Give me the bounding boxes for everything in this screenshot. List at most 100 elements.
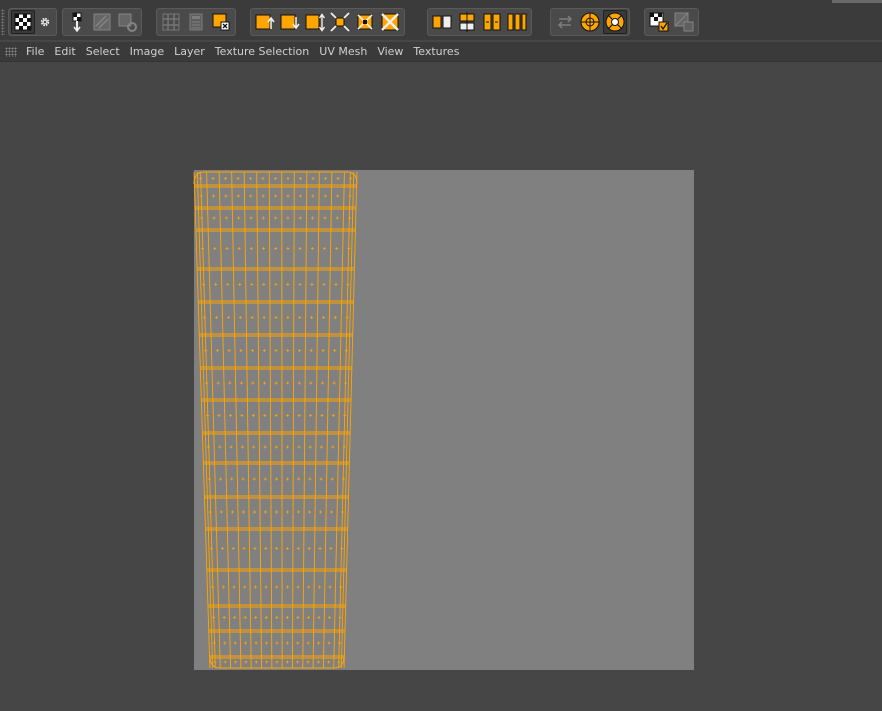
texture-tool-button[interactable]	[115, 10, 139, 34]
shrink-button[interactable]	[328, 10, 352, 34]
uv-edge-column	[333, 629, 336, 657]
paint-brush-icon	[66, 11, 88, 33]
mirror-icon	[379, 11, 401, 33]
uv-edge-column	[349, 398, 352, 433]
uv-edge-column	[217, 568, 219, 606]
uv-mesh[interactable]	[193, 170, 694, 670]
uv-polygon-center-marker	[275, 616, 279, 619]
stack-icon	[506, 11, 528, 33]
texture-pattern-button[interactable]	[90, 10, 114, 34]
uv-polygon-center-marker	[210, 547, 214, 550]
uv-polygon-center-marker	[274, 349, 278, 352]
uv-polygon-center-marker	[253, 547, 257, 550]
uv-edge-column	[324, 527, 327, 570]
uv-polygon-center-marker	[320, 381, 324, 385]
uv-polygon-center-marker	[285, 547, 289, 550]
uv-polygon-center-marker	[275, 510, 279, 514]
uv-edge-column	[202, 461, 205, 497]
uv-edge-column	[352, 300, 355, 335]
uv-edge-column	[197, 300, 200, 335]
gear-button[interactable]	[36, 10, 54, 34]
uv-viewport[interactable]	[0, 63, 882, 711]
uv-polygon-center-marker	[286, 445, 290, 449]
calculator-button[interactable]	[184, 10, 208, 34]
optimal-mapping-button[interactable]	[603, 10, 627, 34]
menu-textures[interactable]: Textures	[408, 42, 464, 62]
uv-checker-button[interactable]	[647, 10, 671, 34]
align-center-button[interactable]	[455, 10, 479, 34]
uv-polygon-center-marker	[249, 177, 253, 180]
uv-polygon-center-marker	[239, 381, 243, 385]
scale-vertical-icon	[304, 11, 326, 33]
uv-polygon-center-marker	[274, 477, 278, 481]
uv-polygon-center-marker	[317, 585, 321, 589]
paint-brush-button[interactable]	[65, 10, 89, 34]
uv-edge-column	[207, 604, 210, 631]
uv-edge-column	[354, 228, 356, 269]
uv-edge-column	[228, 604, 231, 631]
menu-file[interactable]: File	[21, 42, 49, 62]
uv-polygon-center-marker	[310, 316, 314, 319]
uv-polygon-center-marker	[296, 641, 300, 645]
swap-button[interactable]	[553, 10, 577, 34]
uv-polygon-center-marker	[297, 445, 301, 449]
uv-polygon-center-marker	[252, 477, 256, 481]
uv-edge-column	[199, 267, 202, 302]
uv-edge-column	[219, 206, 221, 230]
uv-shading-button[interactable]	[672, 10, 696, 34]
uv-edge-column	[343, 527, 346, 570]
uv-polygon-center-marker	[224, 216, 228, 220]
toolbar-grip[interactable]	[1, 9, 5, 35]
uv-polygon-center-marker	[322, 283, 326, 286]
clear-uv-button[interactable]	[209, 10, 233, 34]
checker-button[interactable]	[11, 10, 35, 34]
uv-polygon-center-marker	[202, 283, 206, 286]
menu-texture-selection[interactable]: Texture Selection	[210, 42, 314, 62]
distribute-button[interactable]	[480, 10, 504, 34]
menu-layer[interactable]: Layer	[169, 42, 210, 62]
uv-edge-column	[194, 184, 196, 208]
uv-polygon-center-marker	[212, 641, 216, 645]
move-down-button[interactable]	[278, 10, 302, 34]
uv-edge-column	[346, 527, 349, 570]
uv-polygon-center-marker	[316, 660, 320, 664]
uv-edge-column	[329, 267, 331, 302]
uv-edge-column	[213, 431, 216, 463]
menu-grip-icon[interactable]	[5, 46, 17, 57]
uv-polygon-center-marker	[228, 381, 232, 385]
uv-polygon-center-marker	[298, 216, 302, 220]
uv-edge-column	[344, 495, 347, 529]
uv-edge-column	[218, 604, 220, 631]
menu-view[interactable]: View	[372, 42, 408, 62]
uv-polygon-center-marker	[318, 547, 322, 550]
uv-polygon-center-marker	[348, 194, 352, 198]
uv-edge-column	[222, 333, 225, 368]
move-up-button[interactable]	[253, 10, 277, 34]
uv-polygon-center-marker	[249, 247, 253, 250]
uv-polygon-center-marker	[309, 349, 313, 352]
uv-edge-column	[207, 206, 209, 230]
expand-button[interactable]	[353, 10, 377, 34]
texture-canvas[interactable]	[193, 170, 694, 670]
menu-image[interactable]: Image	[125, 42, 169, 62]
uv-edge-column	[340, 300, 343, 335]
menu-select[interactable]: Select	[81, 42, 125, 62]
mirror-button[interactable]	[378, 10, 402, 34]
uv-polygon-center-marker	[228, 414, 232, 417]
relax-uv-button[interactable]	[578, 10, 602, 34]
uv-polygon-center-marker	[225, 247, 229, 250]
menu-edit[interactable]: Edit	[49, 42, 80, 62]
scale-vertical-button[interactable]	[303, 10, 327, 34]
checker-grid-button[interactable]	[159, 10, 183, 34]
align-left-button[interactable]	[430, 10, 454, 34]
uv-edge-column	[195, 228, 198, 269]
uv-polygon-center-marker	[274, 381, 278, 385]
uv-edge-column	[346, 431, 348, 463]
uv-edge-column	[233, 300, 236, 335]
uv-edge-column	[346, 398, 349, 433]
uv-edge-column	[327, 366, 330, 400]
uv-polygon-center-marker	[223, 660, 227, 664]
uv-polygon-center-marker	[311, 194, 315, 198]
stack-button[interactable]	[505, 10, 529, 34]
menu-uv-mesh[interactable]: UV Mesh	[314, 42, 372, 62]
